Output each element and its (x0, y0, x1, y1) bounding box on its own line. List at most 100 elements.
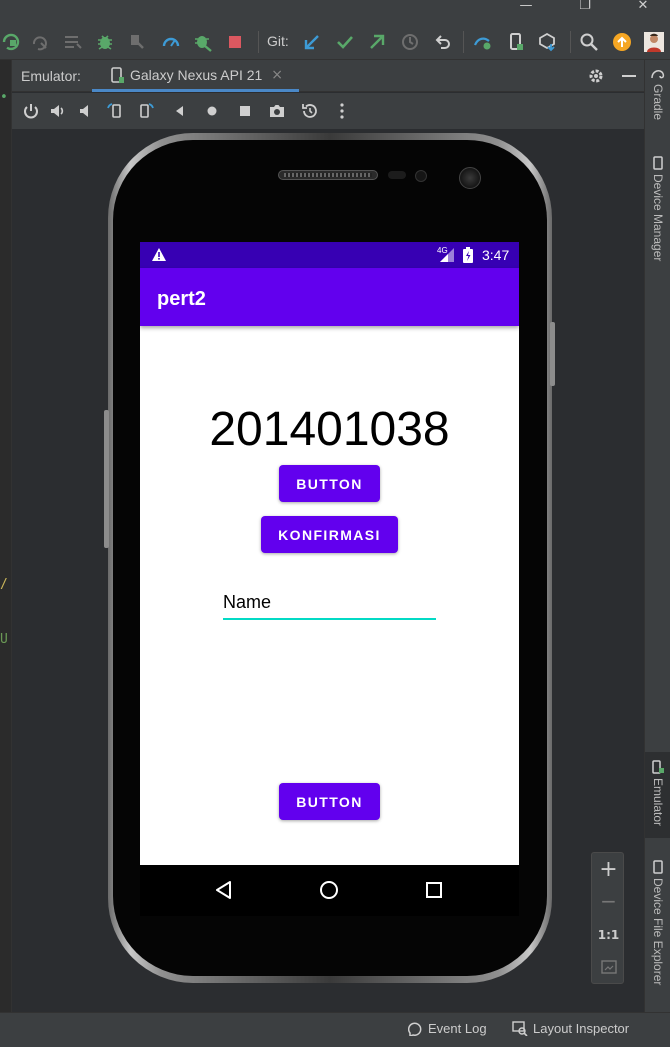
layout-inspector-label: Layout Inspector (533, 1021, 630, 1036)
device-file-explorer-icon (653, 860, 663, 874)
emulator-controls-bar (12, 93, 644, 129)
emulator-tool-window-header: Emulator: Galaxy Nexus API 21 × (12, 60, 644, 92)
device-manager-icon[interactable] (505, 31, 527, 53)
app-bar: pert2 (140, 268, 519, 326)
debug-app-icon[interactable] (192, 31, 214, 53)
network-type: 4G (437, 246, 448, 255)
battery-charging-icon (463, 247, 473, 263)
zoom-controls: + − 1:1 (591, 852, 624, 984)
device-icon (111, 66, 124, 83)
zoom-in-icon[interactable]: + (592, 857, 625, 882)
event-log-icon (408, 1022, 422, 1036)
nav-back-icon[interactable] (213, 879, 235, 901)
window-title-bar: — ❐ ✕ (0, 0, 670, 22)
hide-tool-window-icon[interactable] (622, 75, 636, 77)
more-options-icon[interactable] (332, 101, 352, 121)
git-label: Git: (267, 33, 289, 49)
power-icon[interactable] (21, 101, 41, 121)
ide-status-bar: Event Log Layout Inspector (0, 1012, 670, 1047)
git-commit-icon[interactable] (334, 31, 356, 53)
apply-code-changes-icon[interactable] (29, 31, 51, 53)
right-tool-strip: Gradle Device Manager Emulator Device Fi… (644, 60, 670, 1012)
layout-inspector-button[interactable]: Layout Inspector (512, 1021, 629, 1036)
layout-inspector-icon (512, 1021, 528, 1036)
emulator-tab[interactable]: Emulator (645, 752, 670, 838)
number-text: 201401038 (209, 403, 450, 456)
name-input-text: Name (223, 592, 272, 612)
update-available-icon[interactable] (611, 31, 633, 53)
zoom-fit-icon[interactable] (592, 959, 625, 978)
konfirmasi-button[interactable]: KONFIRMASI (261, 516, 398, 553)
restore-window-icon[interactable]: ❐ (575, 0, 595, 14)
button-top[interactable]: BUTTON (279, 465, 380, 502)
android-nav-bar (140, 865, 519, 916)
home-icon[interactable] (202, 101, 222, 121)
volume-down-icon[interactable] (75, 101, 95, 121)
warning-icon (152, 248, 166, 261)
profiler-icon[interactable] (160, 31, 182, 53)
gutter-fragment-slash: / (0, 577, 8, 592)
sync-gradle-icon[interactable] (472, 31, 494, 53)
debug-icon[interactable] (94, 31, 116, 53)
apply-changes-restart-icon[interactable] (0, 31, 22, 53)
name-input[interactable]: Name (223, 588, 436, 620)
snapshot-icon[interactable] (300, 101, 320, 121)
tab-close-icon[interactable]: × (271, 67, 283, 83)
rotate-left-icon[interactable] (105, 101, 125, 121)
android-status-bar: 4G 3:47 (140, 242, 519, 268)
emulator-tab-label: Emulator (651, 778, 665, 827)
device-manager-tab-label: Device Manager (651, 174, 665, 262)
gutter-fragment-u: U (0, 632, 8, 647)
toolbar-separator (570, 31, 571, 53)
phone-light-sensor (415, 170, 427, 182)
phone-earpiece-grille (284, 173, 372, 177)
screenshot-camera-icon[interactable] (267, 101, 287, 121)
git-rollback-icon[interactable] (432, 31, 454, 53)
volume-up-icon[interactable] (48, 101, 68, 121)
device-file-explorer-tab-label: Device File Explorer (651, 878, 665, 986)
git-history-icon[interactable] (399, 31, 421, 53)
phone-proximity-sensor (388, 171, 406, 179)
overview-icon[interactable] (235, 101, 255, 121)
apply-changes-list-icon[interactable] (62, 31, 84, 53)
gradle-icon (651, 70, 665, 79)
rotate-right-icon[interactable] (136, 101, 156, 121)
status-bar-clock: 3:47 (482, 247, 510, 263)
editor-left-gutter: • / U (0, 60, 12, 1012)
minimize-window-icon[interactable]: — (516, 0, 536, 14)
event-log-button[interactable]: Event Log (408, 1021, 487, 1036)
zoom-actual-size[interactable]: 1:1 (592, 928, 625, 942)
attach-debugger-icon[interactable] (126, 31, 148, 53)
user-avatar-icon[interactable] (643, 31, 665, 53)
gradle-tab-label: Gradle (651, 84, 665, 121)
search-icon[interactable] (578, 31, 600, 53)
phone-front-camera (459, 167, 481, 189)
device-manager-icon (653, 156, 663, 170)
device-file-explorer-tab[interactable]: Device File Explorer (645, 860, 670, 985)
gutter-marker-green: • (0, 90, 8, 105)
close-window-icon[interactable]: ✕ (633, 0, 653, 14)
nav-recents-icon[interactable] (423, 879, 445, 901)
back-icon[interactable] (170, 101, 190, 121)
gradle-tab[interactable]: Gradle (645, 68, 670, 120)
emulator-title: Emulator: (21, 68, 81, 84)
tab-galaxy-nexus[interactable]: Galaxy Nexus API 21 × (92, 60, 299, 92)
git-update-icon[interactable] (301, 31, 323, 53)
device-manager-tab[interactable]: Device Manager (645, 156, 670, 261)
zoom-out-icon[interactable]: − (592, 889, 625, 913)
sdk-manager-icon[interactable] (536, 31, 558, 53)
nav-home-icon[interactable] (318, 879, 340, 901)
phone-volume-rocker (104, 410, 109, 548)
git-push-icon[interactable] (366, 31, 388, 53)
toolbar-separator (463, 31, 464, 53)
toolbar-separator (258, 31, 259, 53)
phone-power-key (550, 322, 555, 386)
event-log-label: Event Log (428, 1021, 487, 1036)
gear-icon[interactable] (586, 66, 606, 86)
button-bottom[interactable]: BUTTON (279, 783, 380, 820)
android-screen[interactable]: 4G 3:47 pert2 201401038 BUTTON KONFIRMAS… (140, 242, 519, 916)
app-title: pert2 (157, 288, 206, 310)
main-toolbar: Git: (0, 22, 670, 60)
device-tab-label: Galaxy Nexus API 21 (130, 66, 263, 83)
stop-icon[interactable] (224, 31, 246, 53)
